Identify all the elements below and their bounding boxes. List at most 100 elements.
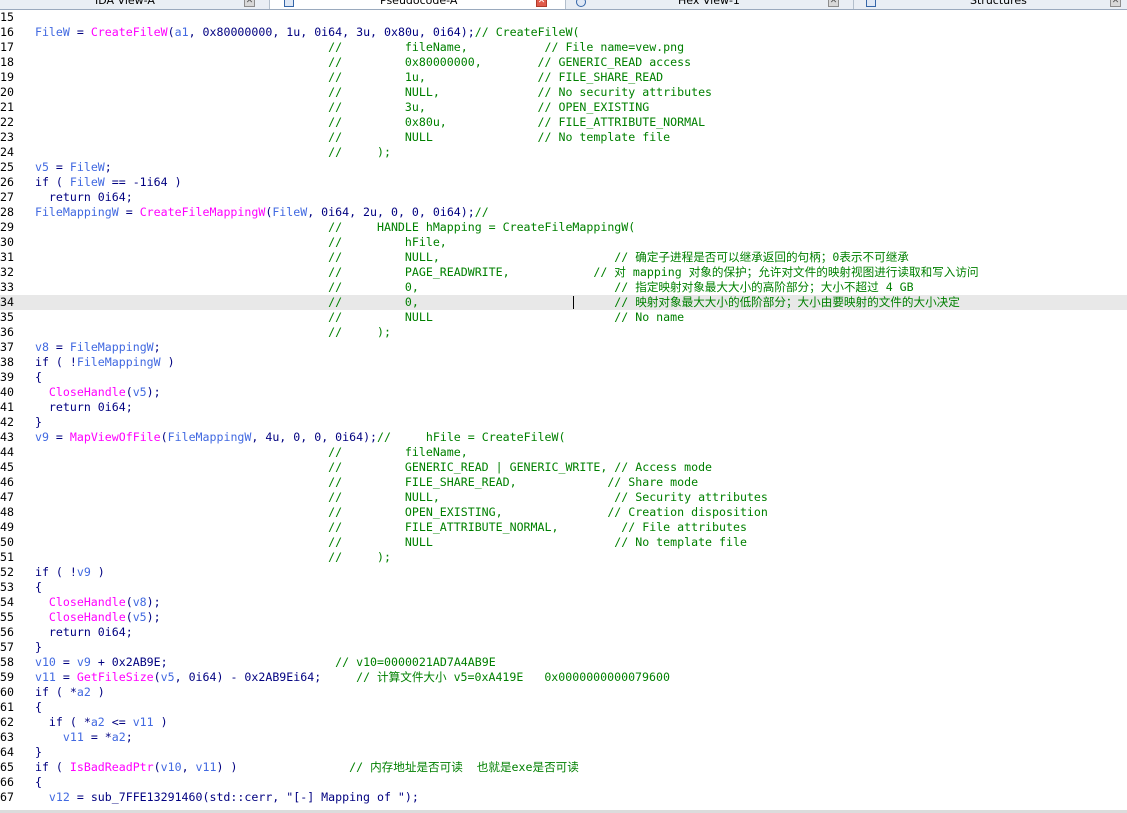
code-text: CloseHandle(v5); — [48, 385, 161, 399]
code-line[interactable]: 52 if ( !v9 ) — [0, 565, 1127, 580]
close-icon[interactable]: ✕ — [536, 0, 547, 7]
line-number: 58 — [0, 655, 14, 669]
line-number: 41 — [0, 400, 14, 414]
code-text: // NULL // No template file — [21, 130, 670, 145]
code-line[interactable]: 50 // NULL // No template file — [0, 535, 1127, 550]
code-comment: // fileName, // File name=vew.png — [21, 40, 685, 54]
code-line[interactable]: 57 } — [0, 640, 1127, 655]
code-line[interactable]: 26 if ( FileW == -1i64 ) — [0, 175, 1127, 190]
code-line[interactable]: 30 // hFile, — [0, 235, 1127, 250]
code-comment: // FILE_SHARE_READ, // Share mode — [21, 475, 699, 489]
code-text: // 0x80000000, // GENERIC_READ access — [21, 55, 691, 70]
code-text: v12 = sub_7FFE13291460(std::cerr, "[-] M… — [48, 790, 419, 804]
code-line[interactable]: 48 // OPEN_EXISTING, // Creation disposi… — [0, 505, 1127, 520]
code-line[interactable]: 15 — [0, 10, 1127, 25]
code-line[interactable]: 58 v10 = v9 + 0x2AB9E; // v10=0000021AD7… — [0, 655, 1127, 670]
code-line[interactable]: 45 // GENERIC_READ | GENERIC_WRITE, // A… — [0, 460, 1127, 475]
code-line[interactable]: 54 CloseHandle(v8); — [0, 595, 1127, 610]
code-line[interactable]: 29 // HANDLE hMapping = CreateFileMappin… — [0, 220, 1127, 235]
close-icon[interactable]: ✕ — [1110, 0, 1121, 7]
code-line[interactable]: 42 } — [0, 415, 1127, 430]
close-icon[interactable]: ✕ — [828, 0, 839, 7]
code-line[interactable]: 59 v11 = GetFileSize(v5, 0i64) - 0x2AB9E… — [0, 670, 1127, 685]
tab-hex-view-1[interactable]: Hex View-1 ✕ — [566, 0, 854, 9]
tab-bar: IDA View-A ✕ Pseudocode-A ✕ Hex View-1 ✕… — [0, 0, 1127, 10]
code-text: // 3u, // OPEN_EXISTING — [21, 100, 649, 115]
code-line[interactable]: 41 return 0i64; — [0, 400, 1127, 415]
code-text: { — [21, 580, 42, 594]
close-icon[interactable]: ✕ — [244, 0, 255, 7]
code-line[interactable]: 21 // 3u, // OPEN_EXISTING — [0, 100, 1127, 115]
code-line[interactable]: 34 // 0, // 映射对象最大大小的低阶部分；大小由要映射的文件的大小决定 — [0, 295, 1127, 310]
line-number: 34 — [0, 295, 14, 309]
code-line[interactable]: 51 // ); — [0, 550, 1127, 565]
code-line[interactable]: 23 // NULL // No template file — [0, 130, 1127, 145]
line-number: 47 — [0, 490, 14, 504]
tab-ida-view-a[interactable]: IDA View-A ✕ — [0, 0, 270, 9]
line-number: 21 — [0, 100, 14, 114]
code-line[interactable]: 60 if ( *a2 ) — [0, 685, 1127, 700]
tab-pseudocode-a[interactable]: Pseudocode-A ✕ — [270, 0, 566, 9]
code-comment: // NULL // No template file — [21, 130, 671, 144]
code-line[interactable]: 53 { — [0, 580, 1127, 595]
code-line[interactable]: 67 v12 = sub_7FFE13291460(std::cerr, "[-… — [0, 790, 1127, 805]
code-line[interactable]: 43 v9 = MapViewOfFile(FileMappingW, 4u, … — [0, 430, 1127, 445]
code-line[interactable]: 39 { — [0, 370, 1127, 385]
code-line[interactable]: 63 v11 = *a2; — [0, 730, 1127, 745]
code-line[interactable]: 36 // ); — [0, 325, 1127, 340]
code-line[interactable]: 20 // NULL, // No security attributes — [0, 85, 1127, 100]
code-line[interactable]: 64 } — [0, 745, 1127, 760]
code-line[interactable]: 19 // 1u, // FILE_SHARE_READ — [0, 70, 1127, 85]
code-line[interactable]: 18 // 0x80000000, // GENERIC_READ access — [0, 55, 1127, 70]
code-line[interactable]: 65 if ( IsBadReadPtr(v10, v11) ) // 内存地址… — [0, 760, 1127, 775]
line-number: 54 — [0, 595, 14, 609]
code-line[interactable]: 31 // NULL, // 确定子进程是否可以继承返回的句柄；0表示不可继承 — [0, 250, 1127, 265]
code-line[interactable]: 37 v8 = FileMappingW; — [0, 340, 1127, 355]
line-number: 59 — [0, 670, 14, 684]
code-line[interactable]: 22 // 0x80u, // FILE_ATTRIBUTE_NORMAL — [0, 115, 1127, 130]
code-line[interactable]: 40 CloseHandle(v5); — [0, 385, 1127, 400]
code-line[interactable]: 35 // NULL // No name — [0, 310, 1127, 325]
line-number: 50 — [0, 535, 14, 549]
code-line[interactable]: 55 CloseHandle(v5); — [0, 610, 1127, 625]
tab-label: Pseudocode-A — [380, 0, 458, 7]
line-number: 33 — [0, 280, 14, 294]
code-comment: // 1u, // FILE_SHARE_READ — [21, 70, 664, 84]
code-comment: // 0, // 映射对象最大大小的低阶部分；大小由要映射的文件的大小决定 — [21, 295, 960, 309]
code-line[interactable]: 24 // ); — [0, 145, 1127, 160]
code-text: // ); — [21, 325, 391, 340]
code-line[interactable]: 32 // PAGE_READWRITE, // 对 mapping 对象的保护… — [0, 265, 1127, 280]
code-text: // 1u, // FILE_SHARE_READ — [21, 70, 663, 85]
code-line[interactable]: 16 FileW = CreateFileW(a1, 0x80000000, 1… — [0, 25, 1127, 40]
code-line[interactable]: 28 FileMappingW = CreateFileMappingW(Fil… — [0, 205, 1127, 220]
line-number: 48 — [0, 505, 14, 519]
pseudocode-view[interactable]: 15 16 FileW = CreateFileW(a1, 0x80000000,… — [0, 10, 1127, 813]
code-text: { — [21, 700, 42, 714]
code-line[interactable]: 62 if ( *a2 <= v11 ) — [0, 715, 1127, 730]
line-number: 28 — [0, 205, 14, 219]
code-line[interactable]: 46 // FILE_SHARE_READ, // Share mode — [0, 475, 1127, 490]
code-text: // NULL, // Security attributes — [21, 490, 768, 505]
code-text: v11 = GetFileSize(v5, 0i64) - 0x2AB9Ei64… — [34, 670, 670, 684]
code-line[interactable]: 56 return 0i64; — [0, 625, 1127, 640]
code-line[interactable]: 44 // fileName, — [0, 445, 1127, 460]
code-line[interactable]: 49 // FILE_ATTRIBUTE_NORMAL, // File att… — [0, 520, 1127, 535]
code-line[interactable]: 61 { — [0, 700, 1127, 715]
line-number: 35 — [0, 310, 14, 324]
code-line[interactable]: 27 return 0i64; — [0, 190, 1127, 205]
tab-structures[interactable]: Structures ✕ — [854, 0, 1127, 9]
line-number: 43 — [0, 430, 14, 444]
code-line[interactable]: 47 // NULL, // Security attributes — [0, 490, 1127, 505]
code-comment: // 0x80u, // FILE_ATTRIBUTE_NORMAL — [21, 115, 706, 129]
code-line[interactable]: 17 // fileName, // File name=vew.png — [0, 40, 1127, 55]
code-line[interactable]: 33 // 0, // 指定映射对象最大大小的高阶部分；大小不超过 4 GB — [0, 280, 1127, 295]
code-comment: // 3u, // OPEN_EXISTING — [21, 100, 650, 114]
code-line[interactable]: 38 if ( !FileMappingW ) — [0, 355, 1127, 370]
code-text: // fileName, // File name=vew.png — [21, 40, 684, 55]
code-text: // NULL // No name — [21, 310, 684, 325]
line-number: 53 — [0, 580, 14, 594]
code-comment: // hFile, — [21, 235, 447, 249]
code-line[interactable]: 25 v5 = FileW; — [0, 160, 1127, 175]
line-number: 19 — [0, 70, 14, 84]
code-line[interactable]: 66 { — [0, 775, 1127, 790]
